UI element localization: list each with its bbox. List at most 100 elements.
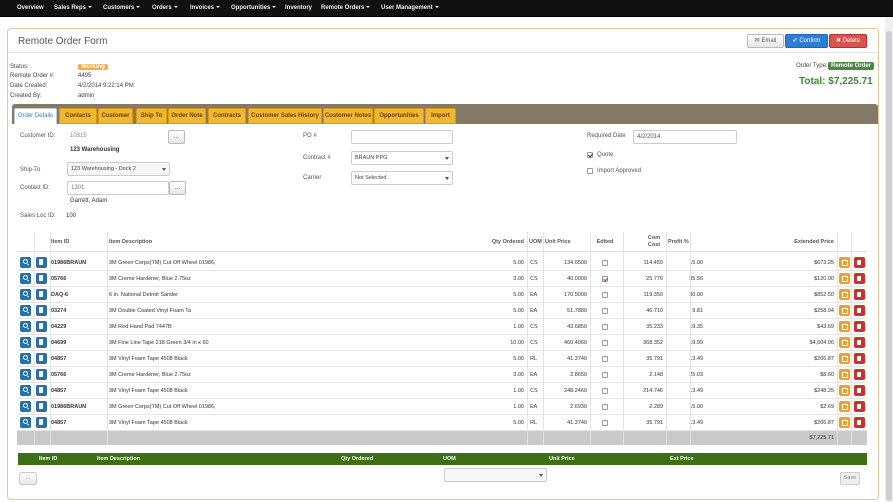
trash-icon[interactable] <box>854 417 865 428</box>
col-qty-ordered[interactable]: Qty Ordered <box>482 232 524 252</box>
col-uom[interactable]: UOM <box>529 232 543 252</box>
search-icon[interactable] <box>20 273 31 284</box>
contract-select[interactable]: BRAUN PPG <box>351 151 453 165</box>
trash-icon[interactable] <box>854 257 865 268</box>
document-icon[interactable] <box>36 385 47 396</box>
trash-icon[interactable] <box>854 369 865 380</box>
search-icon[interactable] <box>20 289 31 300</box>
edited-checkbox[interactable] <box>602 372 608 378</box>
nav-item-invoices[interactable]: Invoices <box>190 0 221 17</box>
edit-icon[interactable] <box>839 369 850 380</box>
scrollbar-thumb[interactable] <box>886 31 892 501</box>
nav-item-opportunities[interactable]: Opportunities <box>231 0 277 17</box>
trash-icon[interactable] <box>854 273 865 284</box>
edit-icon[interactable] <box>839 289 850 300</box>
carrier-select[interactable]: Not Selected <box>351 171 453 185</box>
search-icon[interactable] <box>20 257 31 268</box>
edited-checkbox[interactable] <box>602 340 608 346</box>
add-item-lookup-button[interactable]: ... <box>19 472 37 485</box>
edited-checkbox[interactable] <box>602 260 608 266</box>
col-extended-price[interactable]: Extended Price <box>777 232 834 252</box>
nav-item-sales-reps[interactable]: Sales Reps <box>54 0 93 17</box>
edited-checkbox[interactable] <box>602 308 608 314</box>
edited-checkbox[interactable] <box>602 324 608 330</box>
trash-icon[interactable] <box>854 321 865 332</box>
document-icon[interactable] <box>36 417 47 428</box>
edit-icon[interactable] <box>839 273 850 284</box>
quote-checkbox[interactable] <box>587 152 593 158</box>
tab-contacts[interactable]: Contacts <box>59 108 97 124</box>
edited-checkbox[interactable] <box>602 420 608 426</box>
edited-checkbox[interactable] <box>602 404 608 410</box>
edit-icon[interactable] <box>839 417 850 428</box>
edit-icon[interactable] <box>839 321 850 332</box>
edited-checkbox[interactable] <box>602 292 608 298</box>
tab-opportunities[interactable]: Opportunities <box>374 108 424 124</box>
document-icon[interactable] <box>36 337 47 348</box>
edit-icon[interactable] <box>839 385 850 396</box>
search-icon[interactable] <box>20 417 31 428</box>
tab-contracts[interactable]: Contracts <box>208 108 246 124</box>
trash-icon[interactable] <box>854 337 865 348</box>
document-icon[interactable] <box>36 289 47 300</box>
edit-icon[interactable] <box>839 337 850 348</box>
tab-customer[interactable]: Customer <box>98 108 133 124</box>
confirm-button[interactable]: ✔ Confirm <box>785 34 828 48</box>
ship-to-select[interactable]: 123 Warehousing - Dock 2 <box>67 162 170 176</box>
customer-lookup-button[interactable]: ... <box>168 130 185 144</box>
edit-icon[interactable] <box>839 401 850 412</box>
trash-icon[interactable] <box>854 353 865 364</box>
nav-item-remote-orders[interactable]: Remote Orders <box>321 0 371 17</box>
tab-order-note[interactable]: Order Note <box>168 108 206 124</box>
edited-checkbox[interactable] <box>602 276 608 282</box>
save-button[interactable]: Save <box>840 472 860 485</box>
contact-lookup-button[interactable]: ... <box>169 181 186 195</box>
nav-item-orders[interactable]: Orders <box>152 0 178 17</box>
trash-icon[interactable] <box>854 385 865 396</box>
nav-item-overview[interactable]: Overview <box>17 0 44 17</box>
search-icon[interactable] <box>20 385 31 396</box>
required-date-input[interactable]: 4/2/2014 <box>633 130 737 144</box>
document-icon[interactable] <box>36 353 47 364</box>
edit-icon[interactable] <box>839 305 850 316</box>
tab-customer-sales-history[interactable]: Customer Sales History <box>248 108 322 124</box>
email-button[interactable]: ✉ Email <box>747 34 784 48</box>
document-icon[interactable] <box>36 305 47 316</box>
add-uom-select[interactable] <box>444 468 547 482</box>
col-unit-price[interactable]: Unit Price <box>545 232 575 252</box>
delete-button[interactable]: ✖ Delete <box>829 34 867 48</box>
search-icon[interactable] <box>20 401 31 412</box>
search-icon[interactable] <box>20 337 31 348</box>
document-icon[interactable] <box>36 369 47 380</box>
col-edited[interactable]: Edited <box>592 232 618 252</box>
nav-item-inventory[interactable]: Inventory <box>285 0 312 17</box>
col-com-cost[interactable]: Com Cost <box>644 232 664 252</box>
page-scrollbar[interactable] <box>885 17 893 502</box>
trash-icon[interactable] <box>854 289 865 300</box>
tab-customer-notes[interactable]: Customer Notes <box>323 108 373 124</box>
document-icon[interactable] <box>36 273 47 284</box>
search-icon[interactable] <box>20 321 31 332</box>
po-input[interactable] <box>351 130 453 144</box>
edit-icon[interactable] <box>839 257 850 268</box>
nav-item-user-management[interactable]: User Management <box>381 0 439 17</box>
nav-item-customers[interactable]: Customers <box>103 0 141 17</box>
tab-order-details[interactable]: Order Details <box>14 108 57 124</box>
trash-icon[interactable] <box>854 305 865 316</box>
document-icon[interactable] <box>36 401 47 412</box>
trash-icon[interactable] <box>854 401 865 412</box>
import-approved-checkbox[interactable] <box>587 168 593 174</box>
search-icon[interactable] <box>20 305 31 316</box>
contact-id-field[interactable]: 1301 <box>67 181 169 195</box>
col-item-id[interactable]: Item ID <box>51 232 101 252</box>
customer-id-field[interactable]: 10315 <box>67 130 163 144</box>
col-item-description[interactable]: Item Description <box>109 232 229 252</box>
tab-ship-to[interactable]: Ship To <box>136 108 167 124</box>
search-icon[interactable] <box>20 369 31 380</box>
search-icon[interactable] <box>20 353 31 364</box>
document-icon[interactable] <box>36 257 47 268</box>
edit-icon[interactable] <box>839 353 850 364</box>
edited-checkbox[interactable] <box>602 356 608 362</box>
document-icon[interactable] <box>36 321 47 332</box>
col-profit[interactable]: Profit % <box>668 232 692 252</box>
